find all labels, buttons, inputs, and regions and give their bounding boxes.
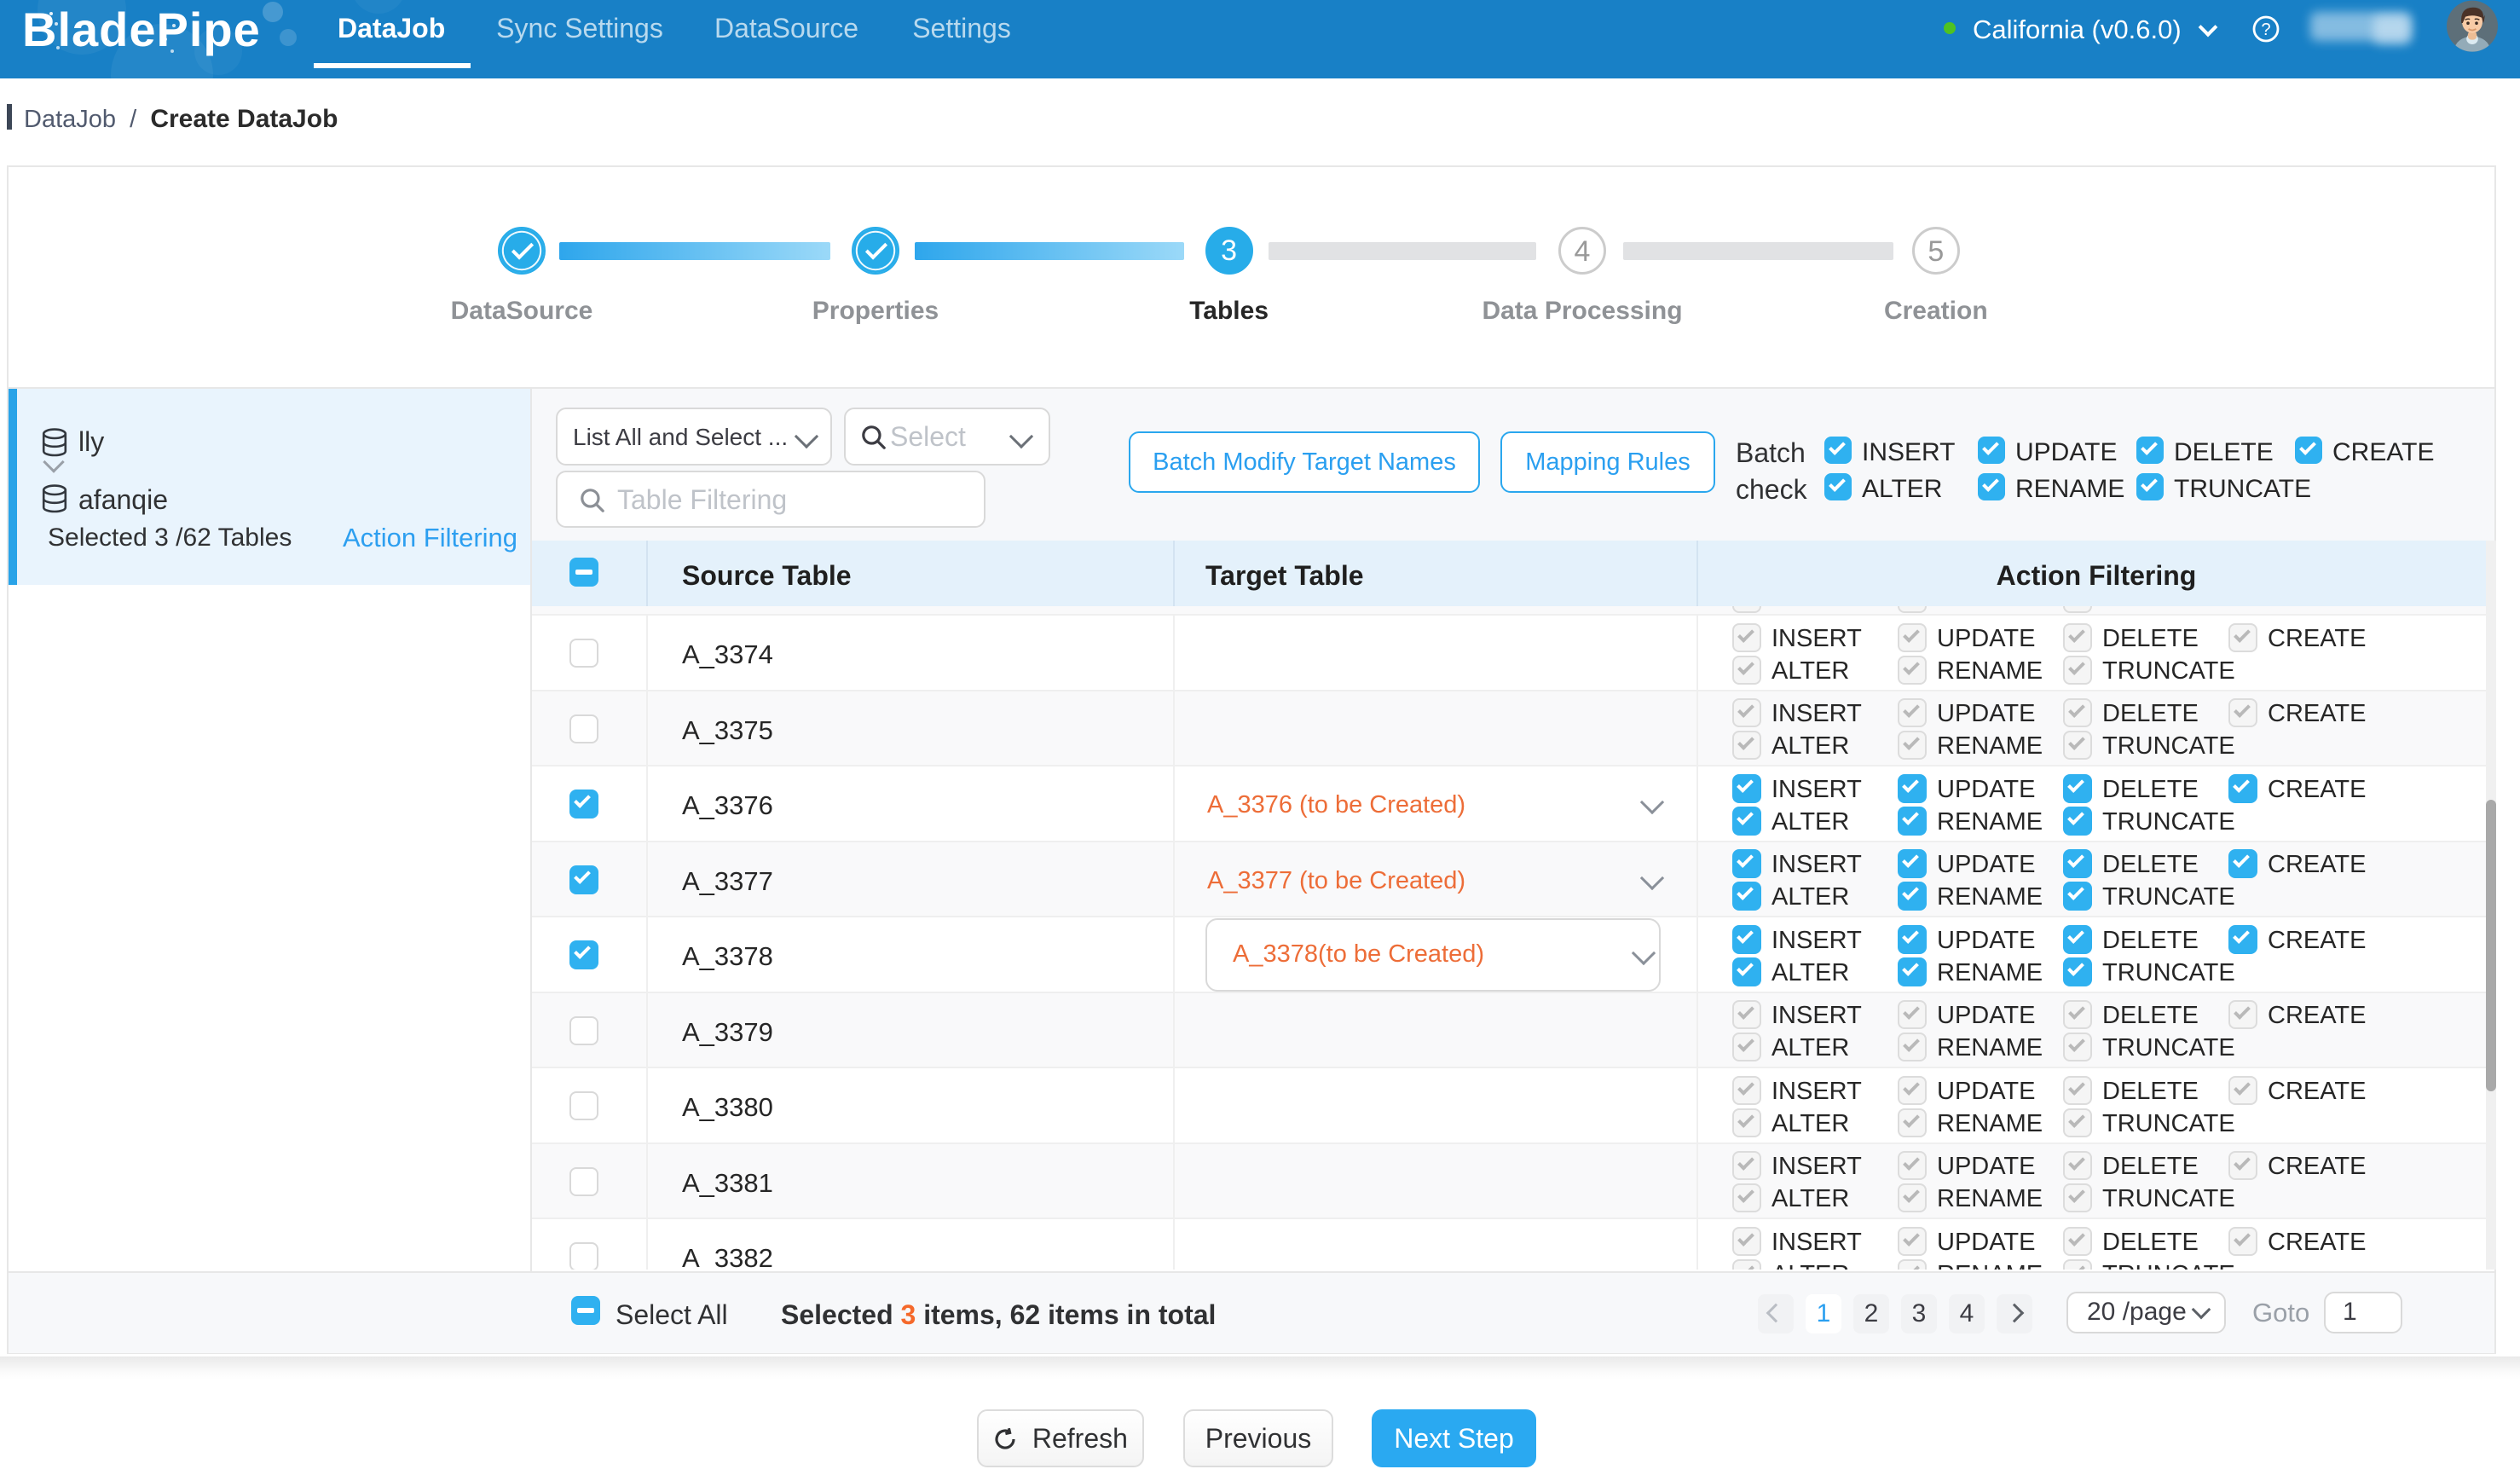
svg-text:?: ? bbox=[2261, 20, 2270, 39]
